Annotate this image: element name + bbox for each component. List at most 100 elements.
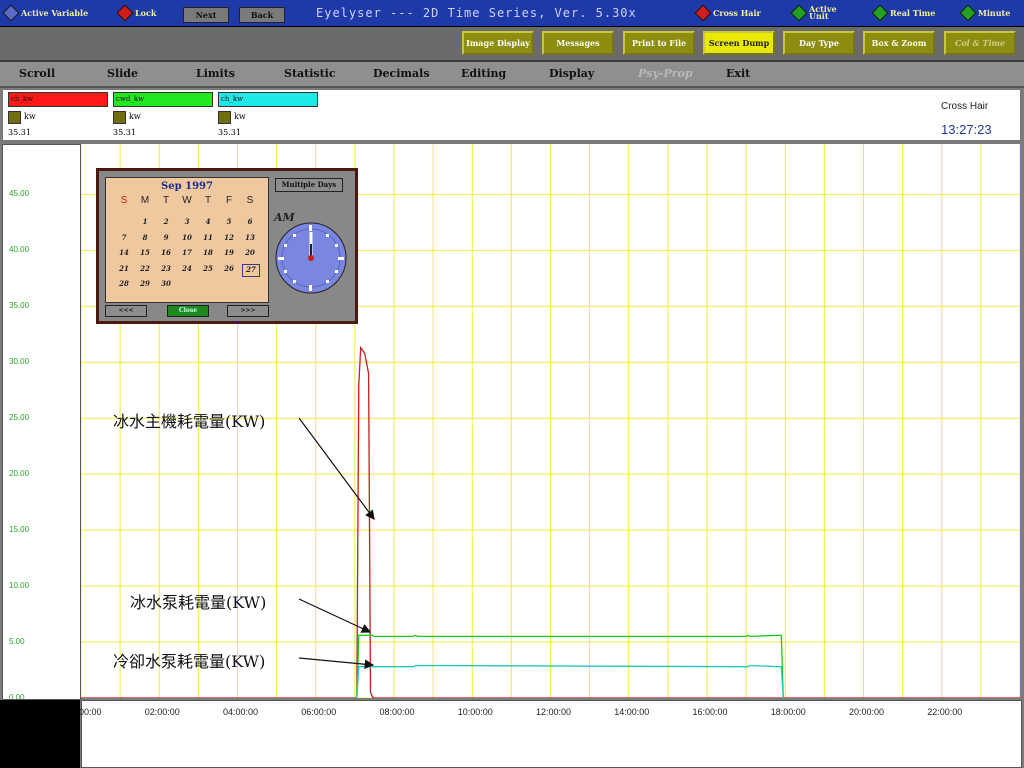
series-line-3 <box>356 664 784 699</box>
calendar-day[interactable]: 25 <box>200 264 216 273</box>
col-time-button[interactable]: Col & Time <box>944 31 1016 55</box>
calendar-day[interactable]: 12 <box>221 233 237 242</box>
active-unit-label: Active Unit <box>809 4 837 21</box>
calendar-day[interactable]: 20 <box>242 248 258 257</box>
real-time-label: Real Time <box>890 8 936 18</box>
toolbar: Image Display Messages Print to File Scr… <box>0 27 1024 62</box>
multiple-days-button[interactable]: Multiple Days <box>275 178 343 192</box>
diamond-icon <box>871 4 889 22</box>
messages-button[interactable]: Messages <box>542 31 614 55</box>
calendar-day[interactable]: 8 <box>137 233 153 242</box>
app-title: Eyelyser --- 2D Time Series, Ver. 5.30x <box>316 6 637 20</box>
y-tick-label: 30.00 <box>9 357 30 367</box>
screen-dump-button[interactable]: Screen Dump <box>703 31 775 55</box>
day-type-button[interactable]: Day Type <box>783 31 855 55</box>
calendar-day[interactable]: 17 <box>179 248 195 257</box>
back-button[interactable]: Back <box>239 7 285 23</box>
y-tick-label: 5.00 <box>9 637 25 647</box>
unit-swatch-3[interactable] <box>218 111 231 124</box>
crosshair-time: 13:27:23 <box>941 122 992 137</box>
value-readout-3: 35.31 <box>218 128 241 137</box>
minute-indicator[interactable]: Minute <box>959 0 1010 26</box>
x-tick-label: 20:00:00 <box>848 707 885 717</box>
x-tick-label: 02:00:00 <box>144 707 180 717</box>
date-picker: Sep 1997 SMTWTFS 1 2 3 4 5 6 7 8 9 10 11 12 13 14 15 16… <box>96 168 358 324</box>
diamond-icon <box>959 4 977 22</box>
x-tick-label: 06:00:00 <box>301 707 337 717</box>
x-tick-label: 04:00:00 <box>222 707 259 717</box>
cross-hair-indicator[interactable]: Cross Hair <box>694 0 761 26</box>
annotation-chilled-water-pump-power: 冰水泵耗電量(KW) <box>130 593 267 612</box>
calendar-day[interactable]: 18 <box>200 248 216 257</box>
weekday-header: S <box>246 195 254 206</box>
y-tick-label: 15.00 <box>9 525 30 535</box>
calendar-day[interactable]: 10 <box>179 233 195 242</box>
image-display-button[interactable]: Image Display <box>462 31 534 55</box>
diamond-icon <box>2 4 20 22</box>
box-zoom-button[interactable]: Box & Zoom <box>863 31 935 55</box>
variable-legend-panel: ch_kw kw 35.31 cwd_kw kw 35.31 ch_kw kw … <box>2 89 1021 141</box>
calendar-day[interactable]: 26 <box>221 264 237 273</box>
calendar-day[interactable]: 30 <box>158 279 174 288</box>
calendar-day[interactable]: 14 <box>116 248 132 257</box>
calendar-day[interactable]: 13 <box>242 233 258 242</box>
calendar-day[interactable]: 16 <box>158 248 174 257</box>
calendar-day[interactable]: 29 <box>137 279 153 288</box>
calendar-day[interactable]: 9 <box>158 233 174 242</box>
menu-limits[interactable]: Limits <box>196 67 235 80</box>
unit-label-3: kw <box>234 112 246 121</box>
calendar-day[interactable]: 22 <box>137 264 153 273</box>
print-to-file-button[interactable]: Print to File <box>623 31 695 55</box>
calendar-day[interactable]: 5 <box>221 217 237 226</box>
calendar-day[interactable]: 7 <box>116 233 132 242</box>
menu-statistic[interactable]: Statistic <box>284 67 336 80</box>
calendar-month: Sep 1997 <box>161 181 213 192</box>
y-tick-label: 25.00 <box>9 413 30 423</box>
unit-swatch-1[interactable] <box>8 111 21 124</box>
calendar-day[interactable]: 4 <box>200 217 216 226</box>
menu-decimals[interactable]: Decimals <box>373 67 430 80</box>
x-axis: 00:00:00 02:00:00 04:00:00 06:00:00 08:00:00… <box>66 700 1022 768</box>
active-variable-label: Active Variable <box>21 8 89 18</box>
y-tick-label: 10.00 <box>9 581 30 591</box>
unit-swatch-2[interactable] <box>113 111 126 124</box>
clock-icon[interactable] <box>274 222 352 296</box>
calendar-face: Sep 1997 SMTWTFS 1 2 3 4 5 6 7 8 9 10 11 12 13 14 15 16… <box>105 177 269 303</box>
value-readout-2: 35.31 <box>113 128 136 137</box>
calendar-next-button[interactable]: >>> <box>227 305 269 317</box>
calendar-day[interactable]: 11 <box>200 233 216 242</box>
variable-selector-1[interactable]: ch_kw <box>8 92 108 107</box>
menu-scroll[interactable]: Scroll <box>19 67 55 80</box>
calendar-day[interactable]: 3 <box>179 217 195 226</box>
variable-selector-3[interactable]: ch_kw <box>218 92 318 107</box>
active-variable-indicator[interactable]: Active Variable <box>2 0 89 26</box>
unit-label-1: kw <box>24 112 36 121</box>
calendar-close-button[interactable]: Close <box>167 305 209 317</box>
calendar-day[interactable]: 15 <box>137 248 153 257</box>
calendar-day[interactable]: 23 <box>158 264 174 273</box>
calendar-day[interactable]: 19 <box>221 248 237 257</box>
active-unit-indicator[interactable]: Active Unit <box>790 0 845 26</box>
variable-selector-2[interactable]: cwd_kw <box>113 92 213 107</box>
calendar-day[interactable]: 2 <box>158 217 174 226</box>
calendar-day[interactable]: 21 <box>116 264 132 273</box>
menu-display[interactable]: Display <box>549 67 594 80</box>
y-tick-label: 35.00 <box>9 301 30 311</box>
next-button[interactable]: Next <box>183 7 229 23</box>
calendar-day[interactable]: 28 <box>116 279 132 288</box>
weekday-header: F <box>225 195 233 206</box>
y-tick-label: 20.00 <box>9 469 30 479</box>
calendar-prev-button[interactable]: <<< <box>105 305 147 317</box>
calendar-day[interactable]: 1 <box>137 217 153 226</box>
menu-slide[interactable]: Slide <box>107 67 138 80</box>
unit-label-2: kw <box>129 112 141 121</box>
menu-bar: Scroll Slide Limits Statistic Decimals E… <box>0 62 1024 88</box>
calendar-day[interactable]: 6 <box>242 217 258 226</box>
real-time-indicator[interactable]: Real Time <box>871 0 936 26</box>
menu-exit[interactable]: Exit <box>726 67 750 80</box>
calendar-day[interactable]: 27 <box>242 263 260 277</box>
calendar-day[interactable]: 24 <box>179 264 195 273</box>
lock-indicator[interactable]: Lock <box>116 0 156 26</box>
menu-editing[interactable]: Editing <box>461 67 506 80</box>
menu-psy-prop[interactable]: Psy-Prop <box>638 67 693 80</box>
